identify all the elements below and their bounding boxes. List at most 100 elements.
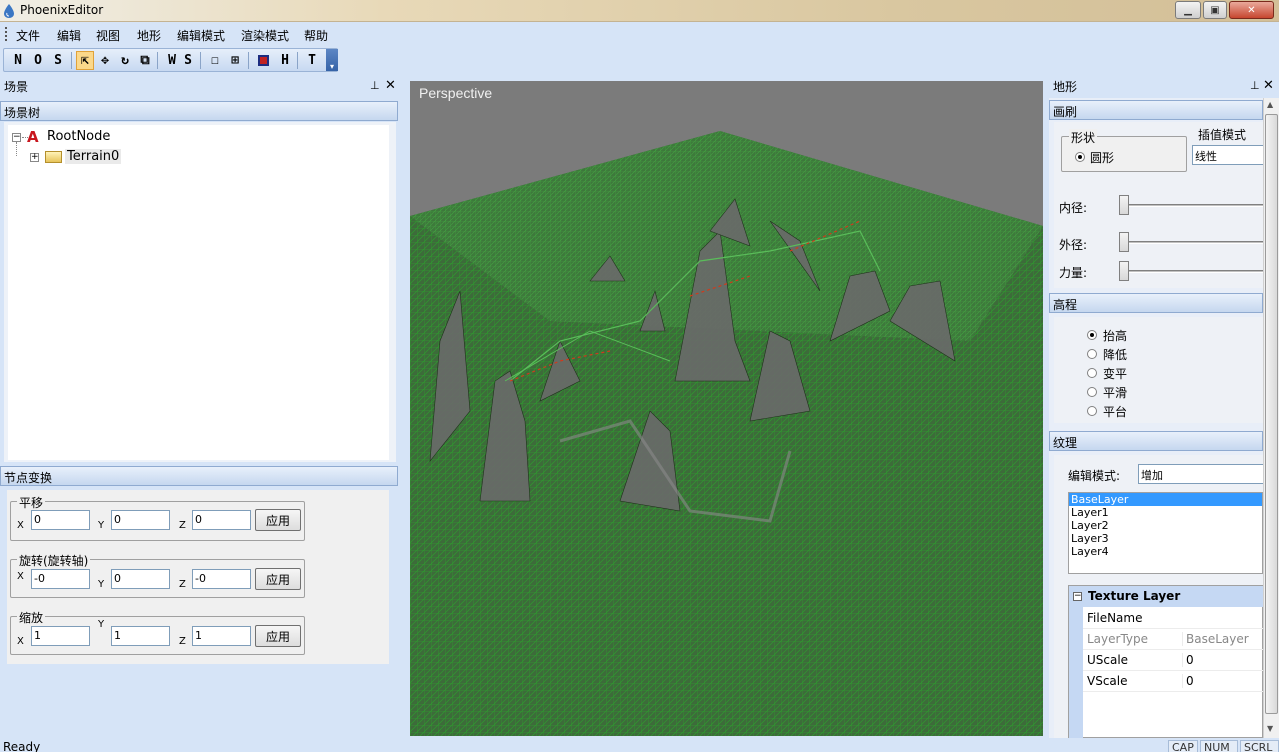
- interp-select[interactable]: 线性: [1192, 145, 1263, 165]
- height-mode-radio[interactable]: [1087, 406, 1097, 416]
- strength-slider[interactable]: [1119, 261, 1129, 281]
- translate-y-input[interactable]: 0: [111, 510, 170, 530]
- property-row[interactable]: FileName: [1069, 608, 1263, 629]
- translate-z-input[interactable]: 0: [192, 510, 251, 530]
- property-row[interactable]: LayerType BaseLayer: [1069, 629, 1263, 650]
- rotate-x-input[interactable]: -0: [31, 569, 90, 589]
- toolbar: N O S ⇱ ✥ ↻ ⧉ W S ☐ ⊞ H T ▾: [3, 48, 338, 72]
- chevron-down-icon: ▾: [329, 62, 334, 71]
- property-key: LayerType: [1087, 632, 1149, 646]
- scrollbar-thumb[interactable]: [1265, 114, 1278, 714]
- rotate-tool-button[interactable]: ↻: [116, 51, 134, 70]
- quad-view-button[interactable]: ⊞: [226, 51, 244, 70]
- property-row[interactable]: VScale 0: [1069, 671, 1263, 692]
- render-icon: [257, 55, 269, 66]
- property-row[interactable]: UScale 0: [1069, 650, 1263, 671]
- scene-tree[interactable]: − A RootNode + Terrain0: [8, 125, 389, 460]
- shape-circle-radio[interactable]: [1075, 152, 1085, 162]
- scale-x-input[interactable]: 1: [31, 626, 90, 646]
- tree-child-label[interactable]: Terrain0: [65, 149, 122, 164]
- property-key: FileName: [1087, 611, 1143, 625]
- root-node-icon: A: [27, 128, 39, 146]
- layer-list[interactable]: BaseLayer Layer1 Layer2 Layer3 Layer4: [1068, 492, 1263, 574]
- toolbar-separator: [157, 52, 158, 69]
- scroll-up-icon[interactable]: ▲: [1267, 100, 1273, 109]
- texture-button[interactable]: T: [303, 51, 321, 70]
- layer-list-item[interactable]: Layer2: [1069, 519, 1262, 532]
- height-mode-radio[interactable]: [1087, 387, 1097, 397]
- height-mode-radio[interactable]: [1087, 330, 1097, 340]
- scale-z-input[interactable]: 1: [192, 626, 251, 646]
- render-button[interactable]: [254, 51, 272, 70]
- viewport-label: Perspective: [419, 85, 493, 101]
- new-button[interactable]: N: [9, 51, 27, 70]
- expand-icon[interactable]: +: [30, 153, 39, 162]
- tree-root-label[interactable]: RootNode: [47, 129, 110, 144]
- toolbar-separator: [297, 52, 298, 69]
- layer-list-item[interactable]: Layer3: [1069, 532, 1262, 545]
- height-mode-label: 变平: [1103, 367, 1128, 381]
- pin-icon[interactable]: ⊥: [1250, 79, 1260, 92]
- rotate-icon: ↻: [121, 53, 129, 68]
- save-button[interactable]: S: [49, 51, 67, 70]
- height-mode-radio[interactable]: [1087, 368, 1097, 378]
- collapse-icon[interactable]: −: [1073, 592, 1082, 601]
- height-header: 高程: [1049, 293, 1263, 313]
- inner-radius-track: [1119, 204, 1263, 207]
- property-value[interactable]: BaseLayer: [1182, 632, 1249, 646]
- translate-x-input[interactable]: 0: [31, 510, 90, 530]
- menu-help[interactable]: 帮助: [304, 27, 328, 44]
- outer-radius-track: [1119, 241, 1263, 244]
- height-mode-label: 平台: [1103, 405, 1128, 419]
- menu-grip[interactable]: [5, 27, 7, 41]
- close-button[interactable]: ✕: [1229, 1, 1274, 19]
- shape-circle-label: 圆形: [1090, 151, 1115, 165]
- maximize-button[interactable]: ▣: [1203, 1, 1227, 19]
- layer-list-item[interactable]: Layer1: [1069, 506, 1262, 519]
- menu-terrain[interactable]: 地形: [137, 27, 161, 44]
- collapse-icon[interactable]: −: [12, 133, 21, 142]
- inner-radius-label: 内径:: [1059, 201, 1088, 215]
- rotate-z-input[interactable]: -0: [192, 569, 251, 589]
- height-mode-radio[interactable]: [1087, 349, 1097, 359]
- pin-icon[interactable]: ⊥: [370, 79, 380, 92]
- terrain-panel-scrollbar[interactable]: ▲ ▼: [1263, 98, 1279, 738]
- inner-radius-slider[interactable]: [1119, 195, 1129, 215]
- scale-tool-button[interactable]: ⧉: [136, 51, 154, 70]
- menu-edit-mode[interactable]: 编辑模式: [177, 27, 225, 44]
- rotate-y-input[interactable]: 0: [111, 569, 170, 589]
- axis-label-z: Z: [179, 636, 186, 647]
- minimize-button[interactable]: ▁: [1175, 1, 1201, 19]
- menu-edit[interactable]: 编辑: [57, 27, 81, 44]
- menu-view[interactable]: 视图: [96, 27, 120, 44]
- outer-radius-slider[interactable]: [1119, 232, 1129, 252]
- translate-apply-button[interactable]: 应用: [255, 509, 301, 531]
- brush-header: 画刷: [1049, 100, 1263, 120]
- select-tool-button[interactable]: ⇱: [76, 51, 94, 70]
- menu-file[interactable]: 文件: [16, 27, 40, 44]
- move-tool-button[interactable]: ✥: [96, 51, 114, 70]
- property-value[interactable]: 0: [1182, 653, 1194, 667]
- edit-mode-select[interactable]: 增加: [1138, 464, 1263, 484]
- single-view-button[interactable]: ☐: [206, 51, 224, 70]
- maximize-icon: ▣: [1210, 4, 1220, 16]
- property-value[interactable]: 0: [1182, 674, 1194, 688]
- scale-apply-button[interactable]: 应用: [255, 625, 301, 647]
- property-key: VScale: [1087, 674, 1128, 688]
- menu-render-mode[interactable]: 渲染模式: [241, 27, 289, 44]
- layer-list-item[interactable]: BaseLayer: [1069, 493, 1262, 506]
- terrain-panel-body: 画刷 形状 圆形 插值模式 线性 内径: 外径: 力量: 高程 抬高 降低 变平 平滑…: [1049, 98, 1263, 738]
- open-button[interactable]: O: [29, 51, 47, 70]
- terrain-panel-close-icon[interactable]: ✕: [1263, 78, 1274, 93]
- toolbar-overflow-button[interactable]: ▾: [326, 49, 338, 71]
- scale-icon: ⧉: [140, 53, 150, 68]
- scroll-down-icon[interactable]: ▼: [1267, 724, 1273, 733]
- title-bar: [0, 0, 1279, 22]
- height-button[interactable]: H: [276, 51, 294, 70]
- layer-list-item[interactable]: Layer4: [1069, 545, 1262, 558]
- rotate-apply-button[interactable]: 应用: [255, 568, 301, 590]
- perspective-viewport[interactable]: Perspective: [410, 81, 1043, 736]
- scene-panel-close-icon[interactable]: ✕: [385, 78, 396, 93]
- screen-space-button[interactable]: S: [179, 51, 197, 70]
- scale-y-input[interactable]: 1: [111, 626, 170, 646]
